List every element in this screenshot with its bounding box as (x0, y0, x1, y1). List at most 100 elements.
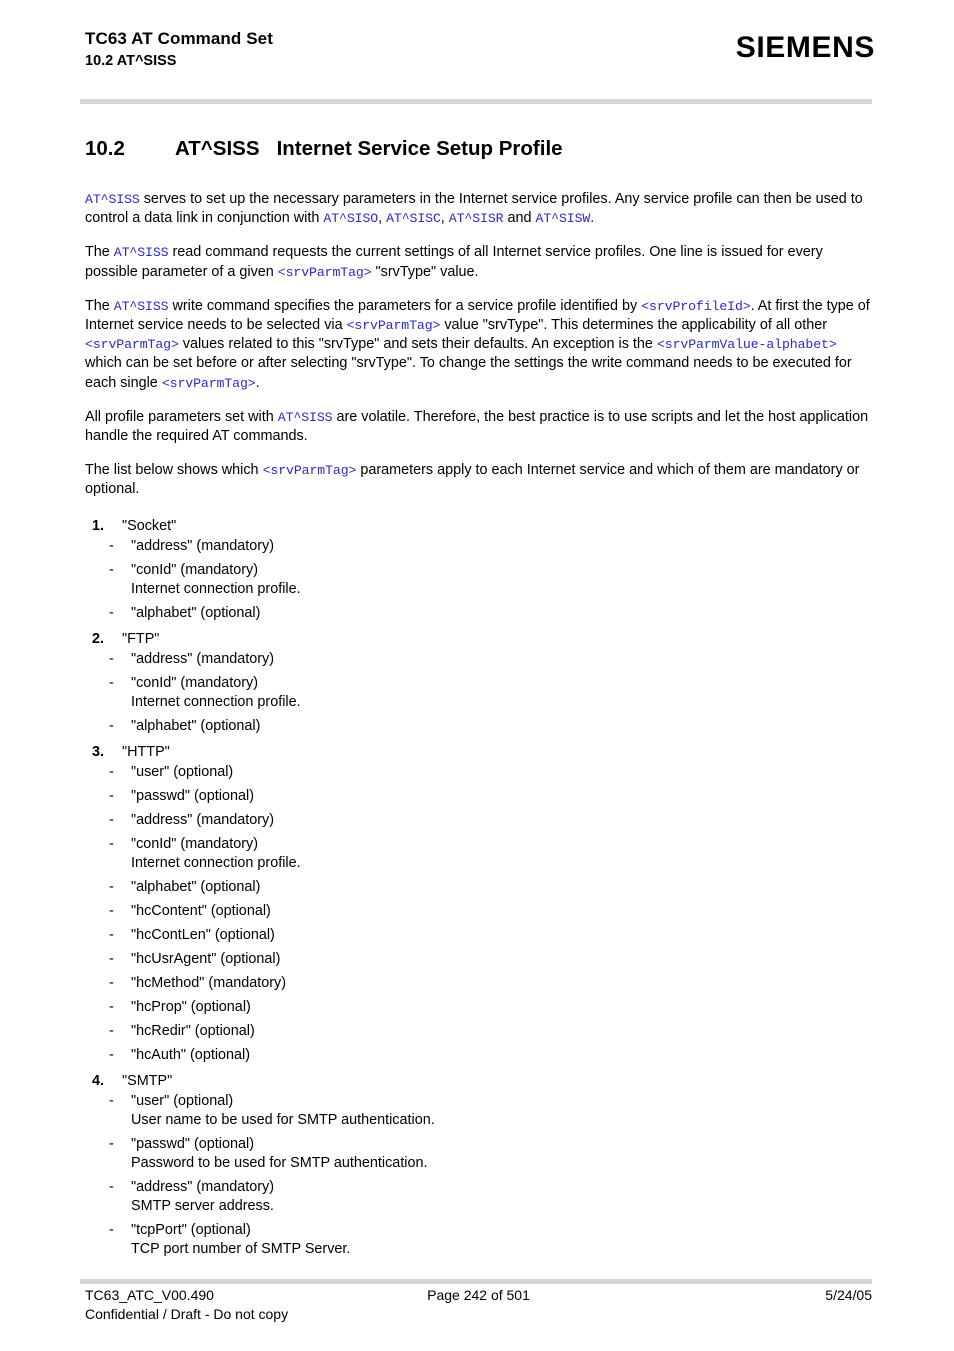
service-heading: 2. "FTP" (85, 628, 875, 650)
parameter-item: - "address" (mandatory) SMTP server addres… (85, 1178, 875, 1216)
footer-row-primary: TC63_ATC_V00.490 Page 242 of 501 5/24/05 (85, 1286, 872, 1305)
bullet-dash-icon: - (109, 1092, 114, 1109)
bullet-dash-icon: - (109, 650, 114, 667)
parameter-description: TCP port number of SMTP Server. (131, 1240, 351, 1257)
bullet-dash-icon: - (109, 1022, 114, 1039)
code-at-sisc: AT^SISC (386, 211, 441, 227)
code-at-siss: AT^SISS (113, 245, 169, 261)
code-srvparmtag: <srvParmTag> (277, 264, 372, 280)
parameter-item: - "conId" (mandatory) Internet connection … (85, 835, 875, 873)
parameter-item: - "hcContent" (optional) (85, 902, 875, 921)
parameter-item: - "alphabet" (optional) (85, 717, 875, 736)
service-item: 3. "HTTP" - "user" (optional) - "passwd" (opt… (85, 741, 875, 1065)
service-index: 2. (92, 630, 105, 647)
bullet-dash-icon: - (109, 763, 114, 780)
service-name: "FTP" (122, 630, 160, 647)
service-index: 3. (92, 743, 105, 760)
parameter-item: - "tcpPort" (optional) TCP port number of … (85, 1221, 875, 1259)
bullet-dash-icon: - (109, 787, 114, 804)
parameter-item: - "hcMethod" (mandatory) (85, 974, 875, 993)
parameter-label: "hcMethod" (mandatory) (131, 974, 286, 991)
page-header: TC63 AT Command Set 10.2 AT^SISS SIEMENS (0, 0, 954, 110)
text: , (440, 210, 449, 227)
document-title: TC63 AT Command Set (85, 29, 273, 48)
parameter-item: - "address" (mandatory) (85, 811, 875, 830)
bullet-dash-icon: - (109, 811, 114, 828)
service-heading: 4. "SMTP" (85, 1070, 875, 1092)
parameter-label: "user" (optional) (131, 1092, 234, 1109)
parameter-label: "hcAuth" (optional) (131, 1046, 251, 1063)
code-at-sisw: AT^SISW (535, 211, 591, 227)
service-name: "Socket" (122, 517, 177, 534)
page-footer: TC63_ATC_V00.490 Page 242 of 501 5/24/05… (85, 1286, 872, 1324)
text: The list below shows which (85, 462, 263, 479)
code-srvprofileid: <srvProfileId> (641, 298, 751, 314)
text: The (85, 244, 114, 261)
parameter-label: "address" (mandatory) (131, 537, 274, 554)
paragraph-write-command: The AT^SISS write command specifies the … (85, 297, 875, 393)
bullet-dash-icon: - (109, 878, 114, 895)
parameter-label: "hcRedir" (optional) (131, 1022, 255, 1039)
paragraph-intro: AT^SISS serves to set up the necessary p… (85, 190, 875, 228)
text: value "srvType". This determines the app… (440, 317, 828, 334)
parameter-item: - "address" (mandatory) (85, 537, 875, 556)
service-heading: 1. "Socket" (85, 515, 875, 537)
parameter-item: - "conId" (mandatory) Internet connection … (85, 674, 875, 712)
parameter-description: User name to be used for SMTP authentica… (131, 1111, 435, 1128)
parameter-label: "user" (optional) (131, 763, 234, 780)
text: . (255, 374, 260, 391)
code-srvparmtag: <srvParmTag> (85, 337, 179, 353)
parameter-description: Internet connection profile. (131, 693, 301, 710)
paragraph-list-intro: The list below shows which <srvParmTag> … (85, 461, 875, 499)
parameter-label: "hcUsrAgent" (optional) (131, 950, 281, 967)
service-name: "HTTP" (122, 743, 170, 760)
text: write command specifies the parameters f… (168, 297, 642, 314)
parameter-item: - "user" (optional) User name to be used f… (85, 1092, 875, 1130)
paragraph-read-command: The AT^SISS read command requests the cu… (85, 243, 875, 281)
bullet-dash-icon: - (109, 604, 114, 621)
document-page: TC63 AT Command Set 10.2 AT^SISS SIEMENS… (0, 0, 954, 1351)
bullet-dash-icon: - (109, 1221, 114, 1238)
parameter-label: "address" (mandatory) (131, 650, 274, 667)
service-heading: 3. "HTTP" (85, 741, 875, 763)
code-srvparmtag: <srvParmTag> (161, 375, 256, 391)
text: , (378, 210, 387, 227)
paragraph-volatile: All profile parameters set with AT^SISS … (85, 408, 875, 446)
text: . (590, 210, 595, 227)
heading-title: Internet Service Setup Profile (276, 137, 563, 160)
parameter-item: - "hcContLen" (optional) (85, 926, 875, 945)
header-section-ref: 10.2 AT^SISS (85, 53, 177, 69)
service-item: 1. "Socket" - "address" (mandatory) - "conId"… (85, 515, 875, 623)
text: and (503, 210, 536, 227)
parameter-item: - "address" (mandatory) (85, 650, 875, 669)
footer-divider (80, 1279, 872, 1284)
service-item: 4. "SMTP" - "user" (optional) User name to b… (85, 1070, 875, 1259)
bullet-dash-icon: - (109, 561, 114, 578)
service-parameter-list: - "user" (optional) User name to be used f… (85, 1092, 875, 1259)
bullet-dash-icon: - (109, 998, 114, 1015)
code-at-siss: AT^SISS (113, 298, 169, 314)
footer-confidential-notice: Confidential / Draft - Do not copy (85, 1306, 289, 1322)
page-title: 10.2 AT^SISS Internet Service Setup Profi… (85, 136, 563, 162)
bullet-dash-icon: - (109, 902, 114, 919)
page-body: AT^SISS serves to set up the necessary p… (85, 190, 875, 1264)
parameter-item: - "hcProp" (optional) (85, 998, 875, 1017)
text: All profile parameters set with (85, 408, 278, 425)
parameter-description: Password to be used for SMTP authenticat… (131, 1154, 428, 1171)
service-parameter-list: - "user" (optional) - "passwd" (optional) - "… (85, 763, 875, 1065)
heading-command: AT^SISS (175, 137, 260, 160)
parameter-label: "alphabet" (optional) (131, 717, 261, 734)
text: values related to this "srvType" and set… (178, 336, 657, 353)
bullet-dash-icon: - (109, 835, 114, 852)
parameter-label: "passwd" (optional) (131, 1135, 255, 1152)
parameter-item: - "conId" (mandatory) Internet connection … (85, 561, 875, 599)
bullet-dash-icon: - (109, 674, 114, 691)
footer-row-secondary: Confidential / Draft - Do not copy (85, 1305, 872, 1324)
code-srvparmtag: <srvParmTag> (262, 463, 357, 479)
parameter-item: - "user" (optional) (85, 763, 875, 782)
text: "srvType" value. (371, 263, 479, 280)
parameter-description: Internet connection profile. (131, 580, 301, 597)
service-list: 1. "Socket" - "address" (mandatory) - "conId"… (85, 515, 875, 1259)
service-index: 1. (92, 517, 105, 534)
service-item: 2. "FTP" - "address" (mandatory) - "conId" (m… (85, 628, 875, 736)
